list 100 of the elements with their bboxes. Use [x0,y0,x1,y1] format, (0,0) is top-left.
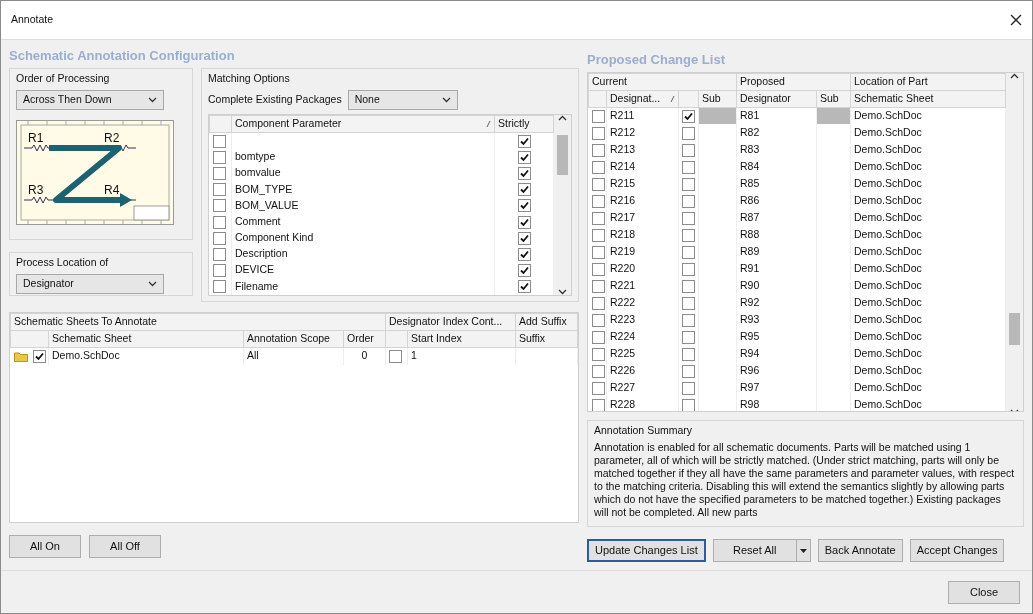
field-label: Complete Existing Packages [208,91,342,107]
button[interactable]: All On [9,535,81,558]
checkbox[interactable] [212,183,226,197]
checkbox[interactable] [682,126,695,140]
table-cell: R223 [606,311,679,329]
section-heading: Schematic Annotation Configuration [9,47,236,65]
table-cell: R81 [736,107,817,125]
column-group-header[interactable]: Add Suffix [515,313,578,331]
checkbox[interactable] [682,347,695,361]
caret-icon [799,548,807,554]
scrollbar[interactable] [1006,72,1023,411]
dropdown[interactable]: Designator [16,273,164,294]
checkbox[interactable] [682,109,695,123]
checkbox[interactable] [517,280,531,294]
checkbox[interactable] [212,199,226,213]
checkbox[interactable] [212,280,226,294]
checkbox[interactable] [517,247,531,261]
close-icon[interactable] [1010,14,1022,26]
checkbox[interactable] [517,231,531,245]
table-cell: R215 [606,175,679,193]
checkbox[interactable] [212,231,226,245]
checkbox[interactable] [591,126,605,140]
checkbox[interactable] [591,262,605,276]
checkbox[interactable] [591,245,605,259]
checkbox[interactable] [682,160,695,174]
scroll-up-icon[interactable] [1010,72,1019,79]
column-header[interactable]: Component Parameter [231,115,495,133]
checkbox[interactable] [517,183,531,197]
checkbox[interactable] [682,194,695,208]
checkbox[interactable] [212,264,226,278]
table-cell: R88 [736,226,817,244]
checkbox[interactable] [212,167,226,181]
checkbox[interactable] [591,160,605,174]
folder-icon [13,351,28,363]
checkbox[interactable] [389,350,402,364]
table-cell: Demo.SchDoc [850,345,1006,363]
checkbox[interactable] [591,211,605,225]
table-cell: Demo.SchDoc [850,107,1006,125]
table-cell: 0 [343,347,386,365]
checkbox[interactable] [682,143,695,157]
column-group-header[interactable]: Location of Part [850,73,1006,91]
close-button[interactable]: Close [948,580,1020,604]
checkbox[interactable] [212,150,226,164]
dropdown[interactable]: Across Then Down [16,89,164,110]
scroll-up-icon[interactable] [558,114,567,121]
column-group-header[interactable]: Designator Index Cont... [385,313,516,331]
dropdown[interactable]: None [347,89,458,110]
button[interactable]: Back Annotate [817,539,903,562]
checkbox[interactable] [682,245,695,259]
table-cell: Demo.SchDoc [850,260,1006,278]
table-cell: R90 [736,277,817,295]
checkbox[interactable] [517,215,531,229]
checkbox[interactable] [682,398,695,411]
checkbox[interactable] [682,262,695,276]
checkbox[interactable] [591,347,605,361]
checkbox[interactable] [591,296,605,310]
button[interactable]: Update Changes List [587,539,706,562]
scrollbar-thumb[interactable] [557,134,568,175]
checkbox[interactable] [212,247,226,261]
checkbox[interactable] [682,364,695,378]
scrollbar-thumb[interactable] [1009,312,1020,345]
window-title: Annotate [11,12,54,28]
checkbox[interactable] [591,177,605,191]
column-header[interactable]: Strictly [494,115,554,133]
column-group-header[interactable]: Proposed [736,73,851,91]
checkbox[interactable] [517,150,531,164]
checkbox[interactable] [591,143,605,157]
checkbox[interactable] [591,228,605,242]
checkbox[interactable] [212,215,226,229]
checkbox[interactable] [591,381,605,395]
checkbox[interactable] [682,381,695,395]
checkbox[interactable] [591,364,605,378]
scrollbar[interactable] [554,114,571,295]
checkbox[interactable] [682,296,695,310]
checkbox[interactable] [517,199,531,213]
checkbox[interactable] [682,279,695,293]
checkbox[interactable] [682,313,695,327]
checkbox[interactable] [682,177,695,191]
table-cell: R226 [606,362,679,380]
column-group-header[interactable]: Current [588,73,737,91]
checkbox[interactable] [591,279,605,293]
checkbox[interactable] [32,350,46,364]
checkbox[interactable] [517,264,531,278]
checkbox[interactable] [591,398,605,411]
table-cell: R216 [606,192,679,210]
checkbox[interactable] [682,211,695,225]
button[interactable]: Accept Changes [909,539,1005,562]
button[interactable]: Reset All [712,539,797,562]
checkbox[interactable] [517,167,531,181]
checkbox[interactable] [591,313,605,327]
checkbox[interactable] [517,134,531,148]
checkbox[interactable] [591,109,605,123]
checkbox[interactable] [682,330,695,344]
checkbox[interactable] [591,194,605,208]
checkbox[interactable] [212,134,226,148]
checkbox[interactable] [591,330,605,344]
table-cell: R213 [606,141,679,159]
caret-icon [148,280,157,287]
button[interactable]: All Off [89,535,161,558]
checkbox[interactable] [682,228,695,242]
